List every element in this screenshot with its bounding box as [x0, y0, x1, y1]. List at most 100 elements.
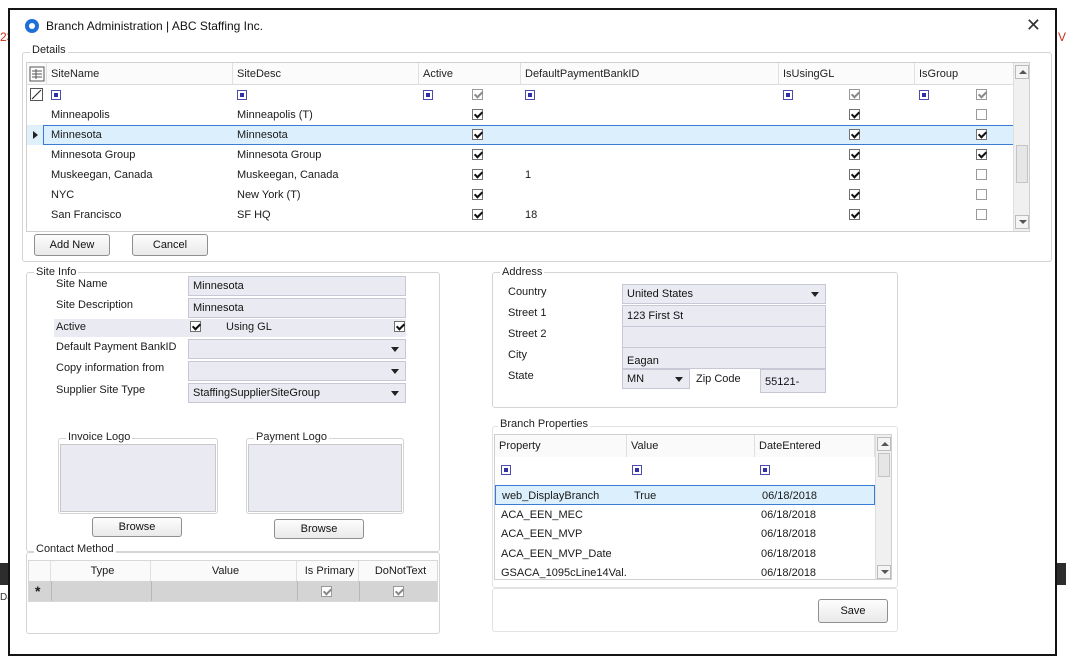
- properties-scrollbar[interactable]: [875, 435, 891, 579]
- cell-using-gl-checkbox[interactable]: [849, 189, 860, 200]
- filter-checkbox-isusinggl[interactable]: [849, 89, 860, 100]
- cell-is-group-checkbox[interactable]: [976, 109, 987, 120]
- cell-site-desc[interactable]: SF HQ: [233, 205, 419, 225]
- cell-using-gl-checkbox[interactable]: [849, 209, 860, 220]
- cell-date-entered[interactable]: 06/18/2018: [757, 544, 875, 564]
- cancel-button[interactable]: Cancel: [132, 234, 208, 256]
- cell-bank-id[interactable]: [521, 125, 779, 145]
- save-button[interactable]: Save: [818, 599, 888, 623]
- cell-site-name[interactable]: Muskeegan, Canada: [47, 165, 233, 185]
- cell-date-entered[interactable]: 06/18/2018: [757, 563, 875, 579]
- cell-property[interactable]: ACA_EEN_MEC: [497, 505, 627, 525]
- list-item[interactable]: web_DisplayBranch True 06/18/2018: [495, 485, 875, 505]
- col-header-date-entered[interactable]: DateEntered: [755, 435, 875, 457]
- cell-site-name[interactable]: Minnesota Group: [47, 145, 233, 165]
- col-header-sitedesc[interactable]: SiteDesc: [233, 63, 419, 85]
- cell-prop-value[interactable]: [629, 544, 755, 564]
- cell-site-desc[interactable]: Minnesota Group: [233, 145, 419, 165]
- site-name-field[interactable]: Minnesota: [188, 276, 406, 296]
- cell-is-group-checkbox[interactable]: [976, 209, 987, 220]
- cell-site-desc[interactable]: Minneapolis (T): [233, 105, 419, 125]
- cell-bank-id[interactable]: [521, 105, 779, 125]
- cell-site-desc[interactable]: New York (T): [233, 185, 419, 205]
- active-checkbox[interactable]: [190, 321, 201, 332]
- add-new-button[interactable]: Add New: [34, 234, 110, 256]
- filter-icon-sitedesc[interactable]: [237, 90, 247, 100]
- scroll-thumb[interactable]: [1016, 145, 1028, 183]
- table-row[interactable]: Minneapolis Minneapolis (T): [27, 105, 1029, 125]
- cell-active-checkbox[interactable]: [472, 109, 483, 120]
- is-primary-checkbox[interactable]: [321, 586, 332, 597]
- cell-property[interactable]: GSACA_1095cLine14Val...: [497, 563, 627, 579]
- cell-bank-id[interactable]: 1: [521, 165, 779, 185]
- details-scrollbar[interactable]: [1013, 63, 1029, 231]
- cell-property[interactable]: ACA_EEN_MVP: [497, 524, 627, 544]
- col-header-isusinggl[interactable]: IsUsingGL: [779, 63, 915, 85]
- contact-new-row[interactable]: *: [29, 581, 437, 601]
- col-header-value[interactable]: Value: [151, 561, 297, 581]
- cell-active-checkbox[interactable]: [472, 209, 483, 220]
- new-row-type-cell[interactable]: [51, 581, 151, 601]
- list-item[interactable]: ACA_EEN_MVP 06/18/2018: [495, 524, 875, 544]
- filter-icon-property[interactable]: [501, 465, 511, 475]
- filter-icon-active[interactable]: [423, 90, 433, 100]
- col-header-sitename[interactable]: SiteName: [47, 63, 233, 85]
- using-gl-checkbox[interactable]: [394, 321, 405, 332]
- cell-bank-id[interactable]: [521, 145, 779, 165]
- city-field[interactable]: Eagan: [622, 347, 826, 369]
- cell-prop-value[interactable]: [629, 563, 755, 579]
- list-item[interactable]: ACA_EEN_MEC 06/18/2018: [495, 505, 875, 525]
- scroll-down-icon[interactable]: [1015, 215, 1029, 229]
- filter-icon-isusinggl[interactable]: [783, 90, 793, 100]
- copy-info-dropdown[interactable]: [188, 361, 406, 381]
- col-header-isgroup[interactable]: IsGroup: [915, 63, 1015, 85]
- close-icon[interactable]: ✕: [1026, 16, 1041, 34]
- cell-bank-id[interactable]: 18: [521, 205, 779, 225]
- cell-active-checkbox[interactable]: [472, 169, 483, 180]
- default-bank-dropdown[interactable]: [188, 339, 406, 359]
- cell-prop-value[interactable]: [629, 524, 755, 544]
- table-row[interactable]: San Francisco SF HQ 18: [27, 205, 1029, 225]
- cell-active-checkbox[interactable]: [472, 129, 483, 140]
- filter-checkbox-active[interactable]: [472, 89, 483, 100]
- col-header-bankid[interactable]: DefaultPaymentBankID: [521, 63, 779, 85]
- cell-using-gl-checkbox[interactable]: [849, 129, 860, 140]
- invoice-browse-button[interactable]: Browse: [92, 517, 182, 537]
- cell-site-desc[interactable]: Minnesota: [233, 125, 419, 145]
- cell-is-group-checkbox[interactable]: [976, 149, 987, 160]
- list-item[interactable]: GSACA_1095cLine14Val... 06/18/2018: [495, 563, 875, 579]
- payment-browse-button[interactable]: Browse: [274, 519, 364, 539]
- street2-field[interactable]: [622, 326, 826, 348]
- cell-property[interactable]: ACA_EEN_MVP_Date: [497, 544, 627, 564]
- filter-icon-prop-value[interactable]: [632, 465, 642, 475]
- cell-property[interactable]: web_DisplayBranch: [498, 486, 628, 506]
- scroll-down-icon[interactable]: [877, 565, 891, 579]
- cell-is-group-checkbox[interactable]: [976, 189, 987, 200]
- cell-active-checkbox[interactable]: [472, 149, 483, 160]
- cell-is-group-checkbox[interactable]: [976, 129, 987, 140]
- col-header-type[interactable]: Type: [51, 561, 151, 581]
- country-dropdown[interactable]: United States: [622, 284, 826, 304]
- clear-filter-icon[interactable]: [30, 88, 43, 101]
- cell-using-gl-checkbox[interactable]: [849, 169, 860, 180]
- table-row[interactable]: NYC New York (T): [27, 185, 1029, 205]
- cell-site-name[interactable]: San Francisco: [47, 205, 233, 225]
- table-row[interactable]: Minnesota Minnesota: [27, 125, 1029, 145]
- filter-icon-sitename[interactable]: [51, 90, 61, 100]
- cell-prop-value[interactable]: True: [630, 486, 756, 506]
- donottext-checkbox[interactable]: [393, 586, 404, 597]
- scroll-up-icon[interactable]: [1015, 65, 1029, 79]
- new-row-value-cell[interactable]: [151, 581, 297, 601]
- cell-prop-value[interactable]: [629, 505, 755, 525]
- filter-icon-date-entered[interactable]: [760, 465, 770, 475]
- scroll-up-icon[interactable]: [877, 437, 891, 451]
- col-header-property[interactable]: Property: [495, 435, 627, 457]
- cell-date-entered[interactable]: 06/18/2018: [758, 486, 876, 506]
- cell-site-name[interactable]: NYC: [47, 185, 233, 205]
- table-row[interactable]: Minnesota Group Minnesota Group: [27, 145, 1029, 165]
- cell-using-gl-checkbox[interactable]: [849, 109, 860, 120]
- col-header-donottext[interactable]: DoNotText: [359, 561, 437, 581]
- street1-field[interactable]: 123 First St: [622, 305, 826, 327]
- filter-icon-isgroup[interactable]: [919, 90, 929, 100]
- filter-checkbox-isgroup[interactable]: [976, 89, 987, 100]
